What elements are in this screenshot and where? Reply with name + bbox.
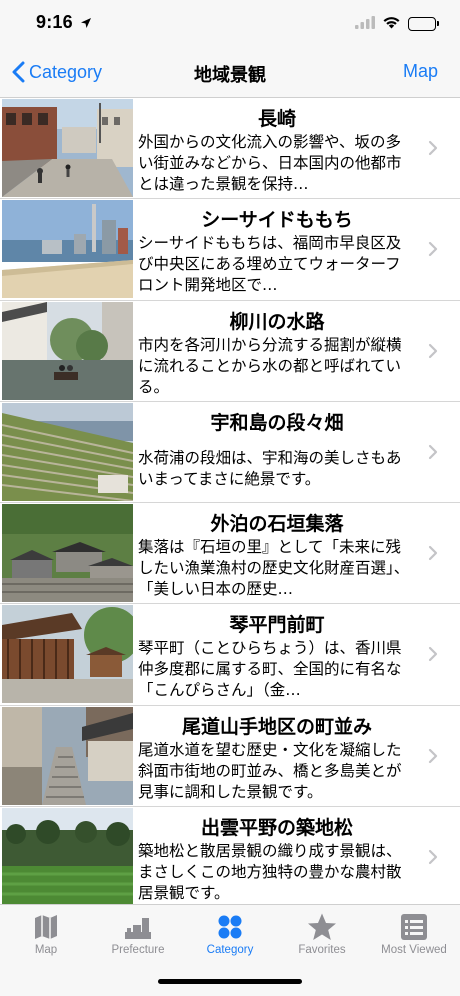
chevron-right-icon — [428, 546, 438, 561]
tab-label: Category — [206, 944, 254, 956]
item-description: 集落は『石垣の里』として「未来に残したい漁業漁村の歴史文化財産百選」、「美しい日… — [138, 538, 410, 599]
thumbnail-image — [2, 99, 133, 197]
thumbnail-image — [2, 706, 133, 805]
item-title: 宇和島の段々畑 — [210, 411, 344, 434]
home-indicator[interactable] — [158, 979, 302, 984]
chevron-right-icon — [428, 343, 438, 358]
item-title: 琴平門前町 — [229, 614, 325, 637]
list-item[interactable]: 尾道山手地区の町並み 尾道水道を望む歴史・文化を凝縮した斜面市街地の町並み、橋と… — [0, 705, 460, 808]
item-title: 外泊の石垣集落 — [210, 513, 344, 536]
tab-prefecture[interactable]: Prefecture — [92, 905, 184, 965]
status-time: 9:16 — [36, 12, 73, 32]
chevron-right-icon — [428, 849, 438, 865]
thumbnail-image — [2, 605, 133, 704]
list-item[interactable]: 宇和島の段々畑 水荷浦の段畑は、宇和海の美しさもあいまってまさに絶景です。 — [0, 401, 460, 504]
chevron-right-icon — [428, 444, 438, 459]
list-item[interactable]: シーサイドももち シーサイドももちは、福岡市早良区及び中央区にある埋め立てウォー… — [0, 199, 460, 301]
item-description: シーサイドももちは、福岡市早良区及び中央区にある埋め立てウォーターフロント開発地… — [138, 234, 402, 295]
thumbnail-image — [2, 402, 133, 501]
list-icon — [401, 914, 427, 940]
tab-label: Favorites — [298, 944, 346, 956]
item-title: 柳川の水路 — [229, 310, 325, 333]
item-description: 尾道水道を望む歴史・文化を凝縮した斜面市街地の町並み、橋と多島美とが見事に調和し… — [138, 740, 402, 801]
status-bar: 9:16 — [0, 0, 460, 48]
star-icon — [308, 913, 336, 940]
thumbnail-image — [2, 200, 133, 299]
tab-map[interactable]: Map — [0, 905, 92, 965]
tab-most-viewed[interactable]: Most Viewed — [368, 905, 460, 965]
list-item[interactable]: 外泊の石垣集落 集落は『石垣の里』として「未来に残したい漁業漁村の歴史文化財産百… — [0, 503, 460, 605]
signal-icon — [355, 14, 375, 33]
page-title: 地域景観 — [194, 65, 266, 86]
item-description: 市内を各河川から分流する掘割が縦横に流れることから水の都と呼ばれている。 — [138, 335, 402, 396]
tab-label: Most Viewed — [381, 944, 447, 956]
item-title: 出雲平野の築地松 — [200, 817, 353, 840]
chevron-right-icon — [428, 242, 438, 257]
location-arrow-icon — [80, 14, 92, 33]
thumbnail-image — [2, 301, 133, 400]
thumbnail-image — [2, 808, 133, 904]
list-item[interactable]: 長崎 外国からの文化流入の影響や、坂の多い街並みなどから、日本国内の他都市とは違… — [0, 98, 460, 200]
wifi-icon — [382, 14, 401, 33]
item-description: 築地松と散居景観の織り成す景観は、まさしくこの地方独特の豊かな農村散居景観です。 — [138, 842, 402, 903]
chevron-right-icon — [428, 647, 438, 662]
map-icon — [35, 915, 57, 939]
prefecture-icon — [125, 918, 151, 939]
item-title: 長崎 — [257, 108, 296, 130]
battery-icon — [408, 16, 439, 31]
tab-label: Map — [34, 944, 58, 956]
chevron-right-icon — [428, 748, 438, 763]
list-item[interactable]: 琴平門前町 琴平町（ことひらちょう）は、香川県仲多度郡に属する町、全国的に有名な… — [0, 604, 460, 706]
map-button[interactable]: Map — [403, 61, 438, 82]
navigation-bar: Category 地域景観 Map — [0, 48, 460, 98]
tab-bar: Map Prefecture Category Favorites Most V… — [0, 904, 460, 996]
list-item[interactable]: 柳川の水路 市内を各河川から分流する掘割が縦横に流れることから水の都と呼ばれてい… — [0, 300, 460, 402]
category-list: 長崎 外国からの文化流入の影響や、坂の多い街並みなどから、日本国内の他都市とは違… — [0, 98, 460, 904]
thumbnail-image — [2, 504, 133, 603]
list-item[interactable]: 出雲平野の築地松 築地松と散居景観の織り成す景観は、まさしくこの地方独特の豊かな… — [0, 807, 460, 904]
tab-favorites[interactable]: Favorites — [276, 905, 368, 965]
item-description: 水荷浦の段畑は、宇和海の美しさもあいまってまさに絶景です。 — [138, 448, 402, 488]
tab-label: Prefecture — [111, 944, 165, 956]
tab-category[interactable]: Category — [184, 905, 276, 965]
item-title: シーサイドももち — [201, 209, 353, 232]
category-grid-icon — [218, 915, 242, 939]
chevron-right-icon — [428, 140, 438, 156]
item-description: 琴平町（ことひらちょう）は、香川県仲多度郡に属する町、全国的に有名な「こんぴらさ… — [138, 639, 402, 700]
item-title: 尾道山手地区の町並み — [181, 715, 372, 738]
item-description: 外国からの文化流入の影響や、坂の多い街並みなどから、日本国内の他都市とは違った景… — [138, 133, 402, 193]
